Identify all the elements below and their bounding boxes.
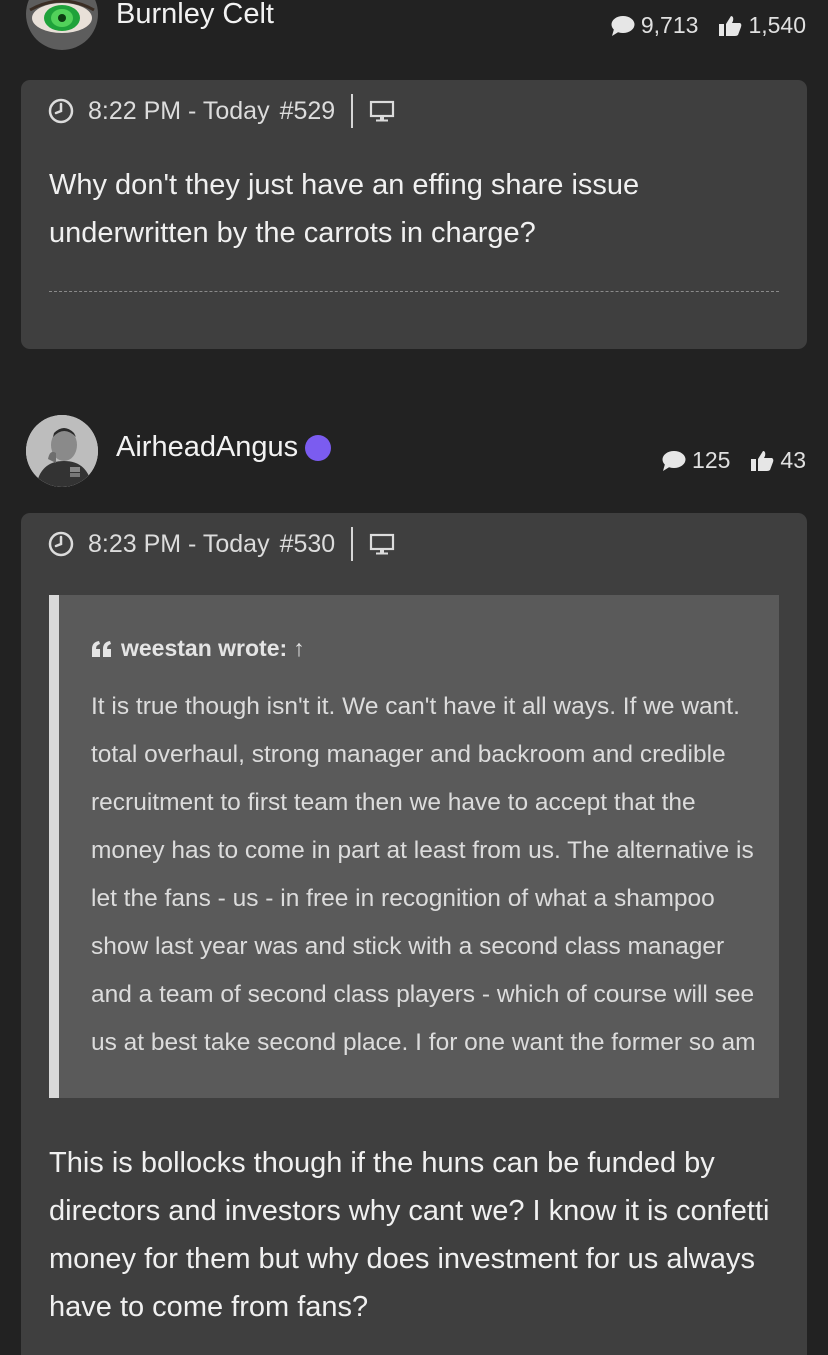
post-meta: 8:23 PM - Today #530 <box>48 527 395 561</box>
quote-block: weestan wrote: ↑ It is true though isn't… <box>49 595 779 1098</box>
like-count: 1,540 <box>718 12 806 39</box>
like-count: 43 <box>750 447 806 474</box>
jump-to-quoted-post-icon[interactable]: ↑ <box>293 635 305 662</box>
post-body: This is bollocks though if the huns can … <box>49 1147 770 1323</box>
post-number-link[interactable]: #530 <box>280 530 336 559</box>
speech-bubble-icon <box>611 15 635 36</box>
quote-text: It is true though isn't it. We can't hav… <box>91 693 756 1056</box>
clock-icon <box>48 98 74 124</box>
comment-count-value: 125 <box>692 447 731 473</box>
post-header: AirheadAngus 125 43 <box>0 412 828 492</box>
divider <box>351 94 354 128</box>
post-number-link[interactable]: #529 <box>280 97 336 126</box>
speech-bubble-icon <box>662 450 686 471</box>
desktop-icon <box>370 100 395 122</box>
user-stats: 9,713 1,540 <box>611 12 806 39</box>
quote-header: weestan wrote: ↑ <box>91 635 305 662</box>
like-count-value: 43 <box>780 447 806 473</box>
quote-author: weestan wrote: <box>121 635 288 661</box>
post-card: 8:22 PM - Today #529 Why don't they just… <box>21 80 807 349</box>
post-header: Burnley Celt 9,713 1,540 <box>0 0 828 56</box>
post-body: Why don't they just have an effing share… <box>49 169 640 249</box>
avatar[interactable] <box>26 0 98 50</box>
desktop-icon <box>370 533 395 555</box>
clock-icon <box>48 531 74 557</box>
username[interactable]: AirheadAngus <box>116 431 332 464</box>
signature-divider <box>49 291 779 292</box>
comment-count: 125 <box>662 447 730 474</box>
comment-count-value: 9,713 <box>640 12 699 38</box>
username-link[interactable]: Burnley Celt <box>116 0 274 31</box>
online-status-dot <box>305 434 332 461</box>
like-count-value: 1,540 <box>748 12 806 38</box>
post-card: 8:23 PM - Today #530 weestan wrote: ↑ It… <box>21 513 807 1355</box>
avatar[interactable] <box>26 415 98 487</box>
username-link[interactable]: AirheadAngus <box>116 431 298 464</box>
thumbs-up-icon <box>719 15 742 36</box>
post-time: 8:23 PM - Today <box>88 529 270 558</box>
post-meta: 8:22 PM - Today #529 <box>48 94 395 128</box>
comment-count: 9,713 <box>611 12 699 39</box>
quote-icon <box>92 640 111 657</box>
username[interactable]: Burnley Celt <box>116 0 274 31</box>
thumbs-up-icon <box>751 450 774 471</box>
user-stats: 125 43 <box>662 447 806 474</box>
post-time: 8:22 PM - Today <box>88 96 270 125</box>
divider <box>351 527 354 561</box>
